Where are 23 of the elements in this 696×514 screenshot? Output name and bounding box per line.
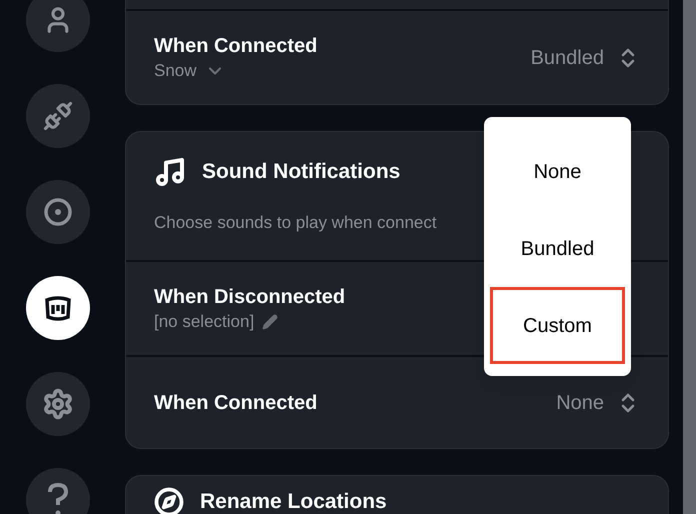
value-selector[interactable]: Bundled: [530, 42, 640, 72]
gear-icon: [42, 388, 74, 420]
row-subtitle: Snow: [154, 60, 197, 82]
menu-option[interactable]: Custom: [490, 287, 625, 364]
menu-option[interactable]: None: [490, 133, 625, 210]
value-selector[interactable]: None: [556, 388, 640, 418]
music-note-icon: [154, 156, 186, 188]
menu-option[interactable]: Bundled: [490, 210, 625, 287]
compass-icon: [154, 486, 184, 514]
section-description: Choose sounds to play when connect: [154, 212, 438, 234]
row-label: When Disconnected: [154, 284, 346, 310]
scrollbar[interactable]: [683, 0, 696, 514]
question-mark-icon: [46, 483, 68, 514]
row-label: When Connected: [154, 34, 318, 58]
target-icon: [42, 197, 72, 227]
sidebar-item[interactable]: [26, 0, 90, 52]
section-title: Rename Locations: [200, 489, 387, 514]
sidebar-item[interactable]: [26, 468, 90, 514]
row-subtitle: [no selection]: [154, 310, 254, 332]
section-title: Sound Notifications: [202, 159, 400, 186]
unplug-icon: [42, 101, 72, 131]
pencil-icon[interactable]: [262, 314, 278, 330]
row-label: When Connected: [154, 390, 318, 416]
